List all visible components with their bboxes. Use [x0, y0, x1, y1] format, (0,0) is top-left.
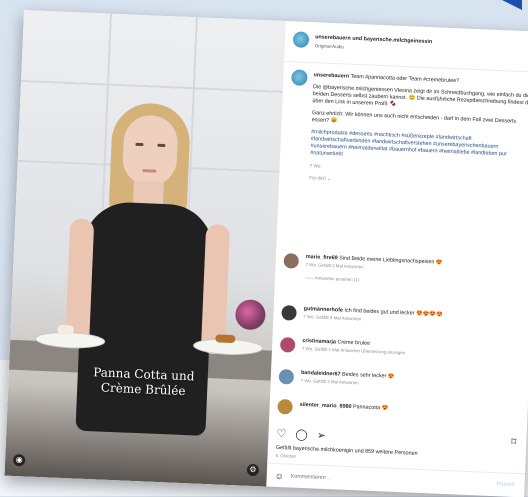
likes-text[interactable]: Gefällt bayerische.milchkoenigin und 859…	[276, 445, 518, 461]
emoji-icon[interactable]: ☺	[275, 471, 285, 481]
comment-item: bandaleidner67 Beides sehr lecker 😍 7 Wo…	[301, 370, 521, 393]
audio-label[interactable]: Original-Audio	[315, 43, 344, 49]
likes-label: Gefällt bayerische.milchkoenigin und 859…	[275, 444, 418, 457]
settings-icon[interactable]: ⚙	[246, 463, 260, 477]
comment-item: marie_fire69 Sind Beide meine Lieblingsn…	[305, 254, 526, 290]
comment-avatar[interactable]	[277, 398, 293, 415]
creme-brulee	[215, 334, 236, 344]
comment-avatar[interactable]	[278, 369, 295, 385]
caption-avatar[interactable]	[291, 69, 308, 86]
comment-avatar[interactable]	[279, 337, 296, 353]
comment-text: Pannacotta 😍	[352, 404, 389, 412]
caption-hashtags[interactable]: #milchprodukte #desserts #nachtisch #süß…	[310, 129, 528, 166]
post-date: 5. Oktober	[275, 452, 297, 459]
corner-arrow-icon	[502, 0, 522, 10]
presenter-torso	[75, 200, 215, 436]
post-sidebar: unserebauern und bayerische.milchgeiness…	[266, 20, 528, 497]
post-button[interactable]: Posten	[496, 481, 514, 488]
comment-meta[interactable]: 7 Wo. Gefällt 3 Mal Antworten	[301, 377, 521, 393]
action-bar: ♡ ◯ ➢	[276, 427, 332, 442]
comment-user[interactable]: silenter_mario_6980	[300, 402, 352, 410]
view-replies[interactable]: —— Antworten ansehen (1)	[305, 274, 525, 290]
video-player[interactable]: Panna Cotta und Crème Brûlée ◉ ⚙	[4, 10, 286, 487]
flower-plant	[234, 299, 267, 331]
comment-avatar[interactable]	[283, 253, 300, 269]
comment-item: silenter_mario_6980 Pannacotta 😍	[300, 402, 520, 418]
post-caption: unserebauern Team #pannacotta oder Team …	[309, 72, 528, 195]
comment-item: cristinamarja Creme brulee 7 Wo. Gefällt…	[302, 338, 522, 361]
author-avatar[interactable]	[292, 31, 310, 48]
instagram-post-card: Panna Cotta und Crème Brûlée ◉ ⚙ unsereb…	[4, 10, 528, 497]
comment-icon[interactable]: ◯	[295, 429, 308, 442]
caption-author[interactable]: unserebauern	[313, 72, 349, 79]
post-header: unserebauern und bayerische.milchgeiness…	[284, 20, 528, 73]
comment-input[interactable]	[288, 472, 443, 487]
audio-icon[interactable]: ◉	[12, 453, 26, 467]
bookmark-icon[interactable]: ⌑	[511, 437, 517, 448]
comment-meta[interactable]: 7 Wo. Gefällt 1 Mal Antworten Übersetzun…	[302, 345, 522, 361]
presenter-eye-left	[135, 142, 144, 147]
comment-avatar[interactable]	[281, 305, 297, 321]
presenter-face	[121, 114, 179, 187]
presenter-mouth	[142, 169, 157, 173]
heart-icon[interactable]: ♡	[276, 428, 286, 440]
video-caption: Panna Cotta und Crème Brûlée	[78, 365, 209, 400]
comment-item: gutmännerhofe Ich find beides gut und le…	[303, 306, 523, 329]
caption-line1: Team #pannacotta oder Team #cremebrulee?	[350, 73, 460, 85]
caption-text: Die @bayerische.milchgeniessen Vlesina z…	[312, 84, 528, 108]
presenter-eye-right	[157, 143, 166, 148]
panna-cotta	[57, 324, 74, 336]
share-icon[interactable]: ➢	[316, 430, 326, 442]
